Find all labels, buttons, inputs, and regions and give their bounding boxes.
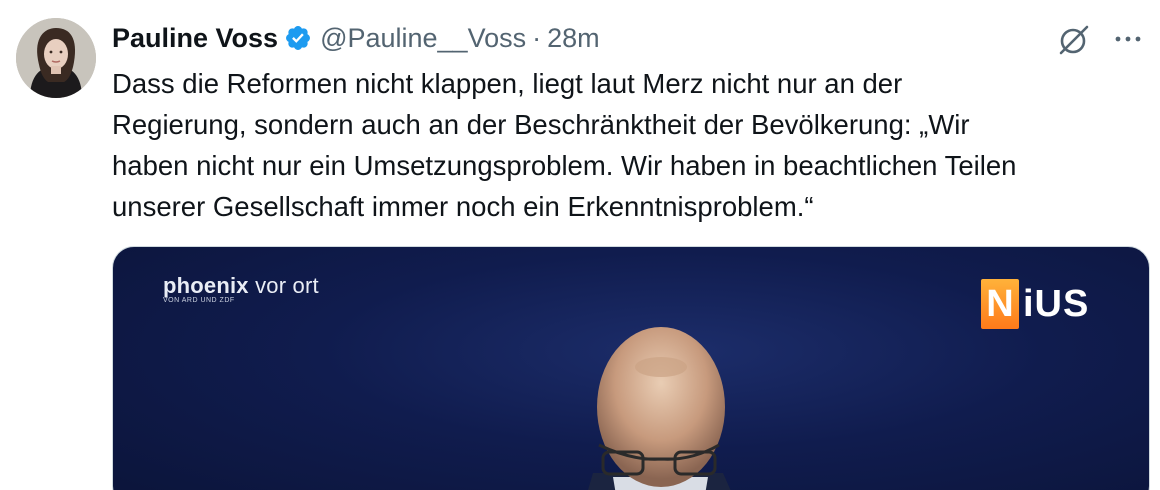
video-thumbnail[interactable]: phoenix vor ort VON ARD UND ZDF N iUS: [112, 246, 1150, 490]
avatar-image: [16, 18, 96, 98]
tweet-header: Pauline Voss @Pauline__Voss · 28m: [112, 20, 600, 56]
nius-logo-n: N: [981, 279, 1019, 329]
phoenix-logo: phoenix vor ort VON ARD UND ZDF: [163, 273, 319, 304]
verified-badge-icon: [284, 24, 312, 52]
grok-icon[interactable]: [1054, 22, 1094, 58]
nius-logo: N iUS: [981, 279, 1089, 329]
tweet-text-line: haben nicht nur ein Umsetzungsproblem. W…: [112, 150, 1017, 181]
separator-dot: ·: [532, 22, 542, 53]
tweet[interactable]: Pauline Voss @Pauline__Voss · 28m Dass d…: [0, 0, 1160, 490]
nius-logo-rest: iUS: [1023, 283, 1090, 325]
tweet-text-line: Dass die Reformen nicht klappen, liegt l…: [112, 68, 903, 99]
author-handle[interactable]: @Pauline__Voss: [320, 23, 526, 54]
tweet-text-line: unserer Gesellschaft immer noch ein Erke…: [112, 191, 814, 222]
phoenix-logo-bold: phoenix: [163, 273, 249, 298]
author-name[interactable]: Pauline Voss: [112, 23, 278, 54]
timestamp[interactable]: 28m: [547, 23, 600, 54]
tweet-text: Dass die Reformen nicht klappen, liegt l…: [112, 63, 1142, 227]
more-options-icon[interactable]: [1112, 28, 1144, 50]
avatar[interactable]: [16, 18, 96, 98]
phoenix-logo-rest: vor ort: [255, 273, 319, 298]
tweet-text-line: Regierung, sondern auch an der Beschränk…: [112, 109, 970, 140]
